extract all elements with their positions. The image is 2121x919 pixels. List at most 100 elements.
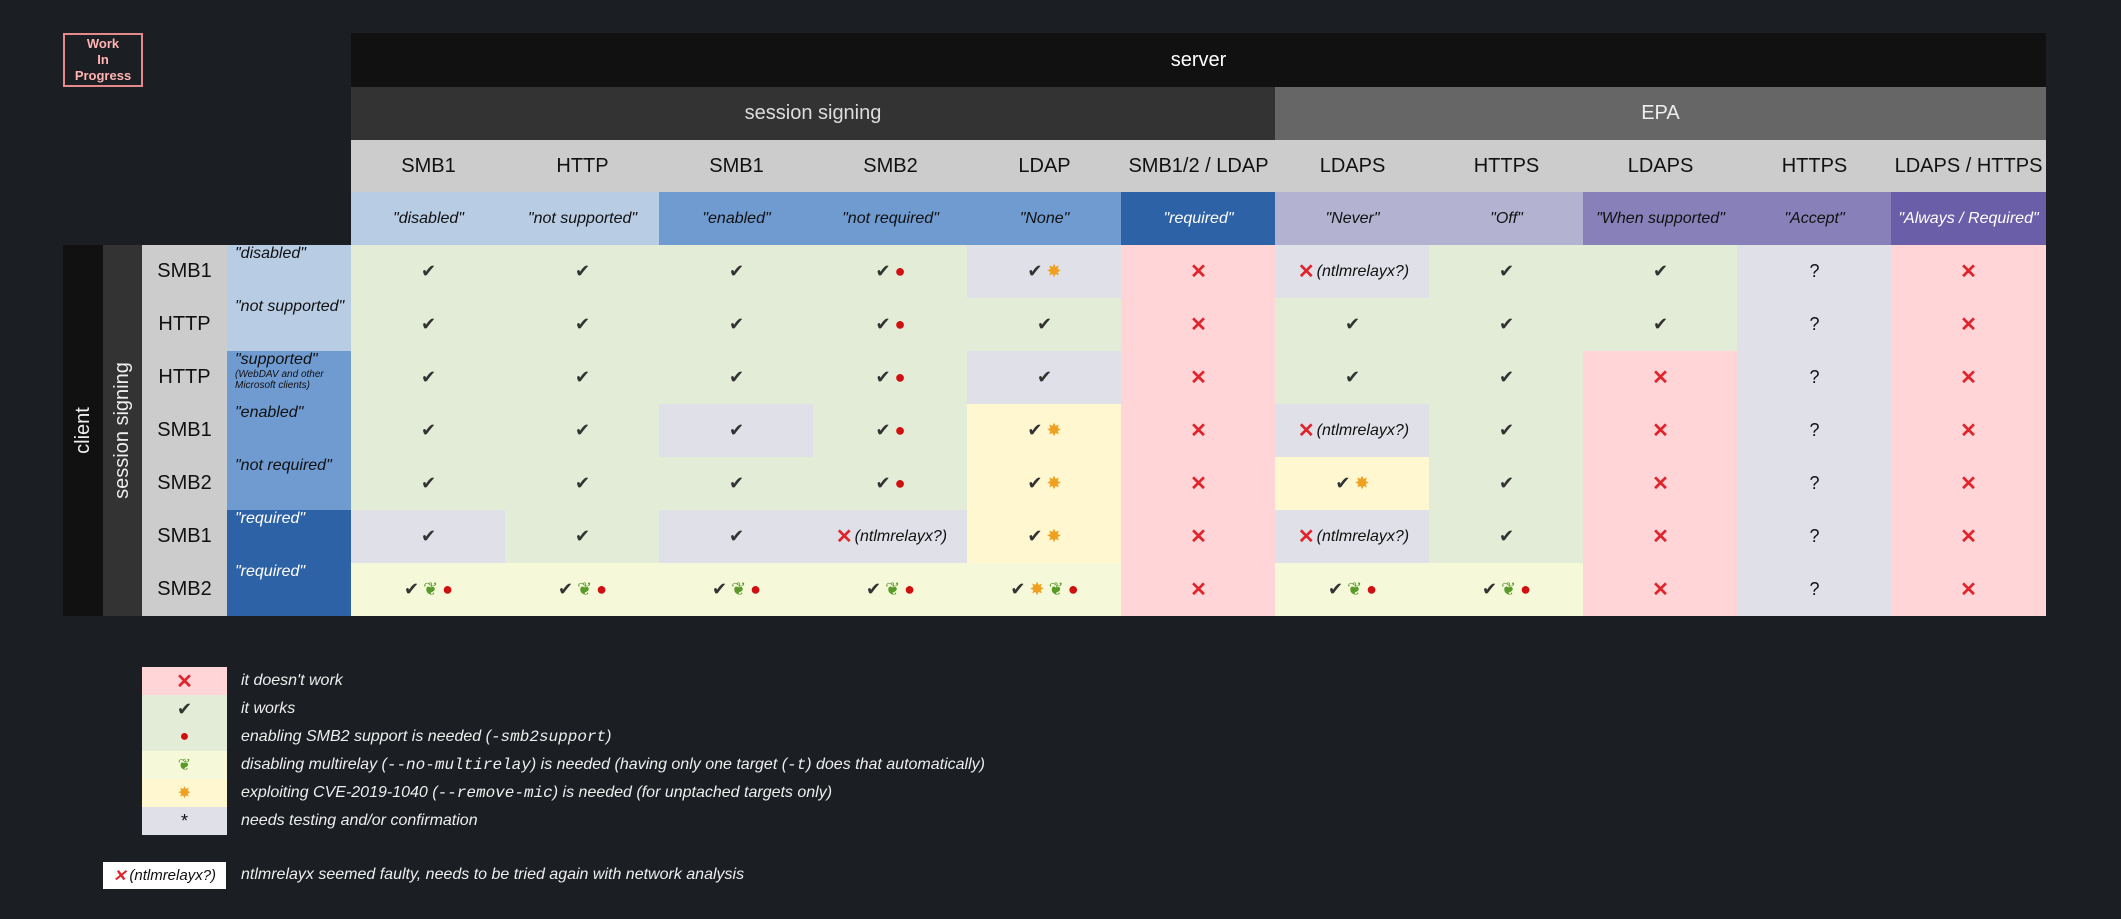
- cross-icon: ✕: [1190, 526, 1207, 548]
- row-value: "enabled": [227, 404, 351, 457]
- row-value: "required": [227, 563, 351, 616]
- cross-icon: ✕: [1960, 261, 1977, 283]
- row-value-subtext: (WebDAV and other Microsoft clients): [235, 369, 324, 391]
- apple-icon: ●: [1520, 579, 1532, 599]
- grid-cell: ✔ ●: [813, 351, 968, 404]
- check-icon: ✔: [875, 314, 891, 334]
- grid-cell: ✕: [1891, 510, 2046, 563]
- check-icon: ✔: [875, 367, 891, 387]
- grid-cell: ?: [1737, 245, 1892, 298]
- check-icon: ✔: [574, 261, 591, 281]
- ntlmrelayx-note: (ntlmrelayx?): [1316, 421, 1410, 439]
- footnote-badge-text: (ntlmrelayx?): [129, 867, 217, 884]
- row-value-text: "enabled": [235, 404, 304, 421]
- check-icon: ✔: [574, 420, 591, 440]
- check-icon: ✔: [420, 261, 437, 281]
- check-icon: ✔: [1344, 367, 1361, 387]
- column-protocol: SMB2: [813, 140, 968, 192]
- column-value: "disabled": [351, 192, 506, 245]
- footnote-badge: ✕ (ntlmrelayx?): [103, 862, 226, 889]
- column-protocol: HTTPS: [1429, 140, 1584, 192]
- apple-icon: ●: [179, 728, 190, 745]
- grid-cell: ✔: [1583, 245, 1738, 298]
- check-icon: ✔: [728, 420, 745, 440]
- column-protocol: SMB1/2 / LDAP: [1121, 140, 1276, 192]
- grid-cell: ✔ ●: [813, 245, 968, 298]
- row-protocol: SMB1: [142, 245, 227, 298]
- check-icon: ✔: [1498, 526, 1515, 546]
- epa-header: EPA: [1275, 87, 2046, 140]
- grid-cell: ✕ (ntlmrelayx?): [1275, 510, 1430, 563]
- apple-icon: ●: [894, 473, 906, 493]
- check-icon: ✔: [1027, 420, 1043, 440]
- legend-code: --no-multirelay: [386, 756, 531, 774]
- leaf-icon: ❦: [1048, 579, 1064, 599]
- grid-cell: ?: [1737, 404, 1892, 457]
- grid-cell: ✔: [351, 298, 506, 351]
- check-icon: ✔: [1652, 314, 1669, 334]
- work-in-progress-badge: Work In Progress: [63, 33, 143, 87]
- grid-cell: ?: [1737, 351, 1892, 404]
- grid-cell: ✔: [659, 245, 814, 298]
- leaf-icon: ❦: [731, 579, 747, 599]
- grid-cell: ✔ ✸ ❦ ●: [967, 563, 1122, 616]
- grid-cell: ✔: [351, 457, 506, 510]
- grid-cell: ✕: [1583, 563, 1738, 616]
- cross-icon: ✕: [1652, 473, 1669, 495]
- cross-icon: ✕: [1190, 261, 1207, 283]
- check-icon: ✔: [1498, 473, 1515, 493]
- grid-cell: ✕: [1121, 298, 1276, 351]
- grid-cell: ✕: [1121, 351, 1276, 404]
- legend-text: disabling multirelay (--no-multirelay) i…: [241, 754, 985, 776]
- grid-cell: ?: [1737, 457, 1892, 510]
- row-value: "required": [227, 510, 351, 563]
- column-protocol: LDAP: [967, 140, 1122, 192]
- explosion-icon: ✸: [177, 785, 192, 802]
- cross-icon: ✕: [1190, 367, 1207, 389]
- grid-cell: ✔: [1275, 298, 1430, 351]
- grid-cell: ✔: [967, 351, 1122, 404]
- apple-icon: ●: [894, 314, 906, 334]
- cross-icon: ✕: [112, 867, 127, 885]
- grid-cell: ✔: [1429, 510, 1584, 563]
- leaf-icon: ❦: [177, 757, 192, 774]
- check-icon: ✔: [728, 473, 745, 493]
- check-icon: ✔: [1498, 367, 1515, 387]
- leaf-icon: ❦: [1347, 579, 1363, 599]
- grid-cell: ✕ (ntlmrelayx?): [813, 510, 968, 563]
- check-icon: ✔: [728, 526, 745, 546]
- badge-line-3: Progress: [74, 68, 132, 83]
- check-icon: ✔: [1344, 314, 1361, 334]
- grid-cell: ✕: [1121, 510, 1276, 563]
- grid-cell: ✔ ❦ ●: [1429, 563, 1584, 616]
- row-value: "supported" (WebDAV and other Microsoft c…: [227, 351, 351, 404]
- cross-icon: ✕: [1652, 367, 1669, 389]
- grid-cell: ✔: [505, 298, 660, 351]
- grid-cell: ✔: [1429, 457, 1584, 510]
- grid-cell: ✔ ●: [813, 457, 968, 510]
- apple-icon: ●: [750, 579, 762, 599]
- check-icon: ✔: [574, 367, 591, 387]
- check-icon: ✔: [728, 367, 745, 387]
- legend-text: it doesn't work: [241, 670, 343, 692]
- column-protocol: LDAPS: [1583, 140, 1738, 192]
- cross-icon: ✕: [1960, 579, 1977, 601]
- check-icon: ✔: [403, 579, 420, 599]
- row-protocol: SMB2: [142, 457, 227, 510]
- row-protocol: SMB1: [142, 510, 227, 563]
- check-icon: ✔: [1498, 420, 1515, 440]
- column-value: "Off": [1429, 192, 1584, 245]
- grid-cell: ✔ ✸: [967, 510, 1122, 563]
- grid-cell: ✔: [1429, 298, 1584, 351]
- check-icon: ✔: [875, 261, 891, 281]
- check-icon: ✔: [1027, 261, 1043, 281]
- grid-cell: ✔ ❦ ●: [351, 563, 506, 616]
- grid-cell: ✔: [659, 457, 814, 510]
- leaf-icon: ❦: [577, 579, 593, 599]
- cross-icon: ✕: [1297, 420, 1315, 442]
- legend-code: -smb2support: [490, 728, 607, 746]
- grid-cell: ✔ ❦ ●: [1275, 563, 1430, 616]
- cross-icon: ✕: [1297, 526, 1315, 548]
- grid-cell: ✔ ✸: [967, 245, 1122, 298]
- column-protocol: HTTPS: [1737, 140, 1892, 192]
